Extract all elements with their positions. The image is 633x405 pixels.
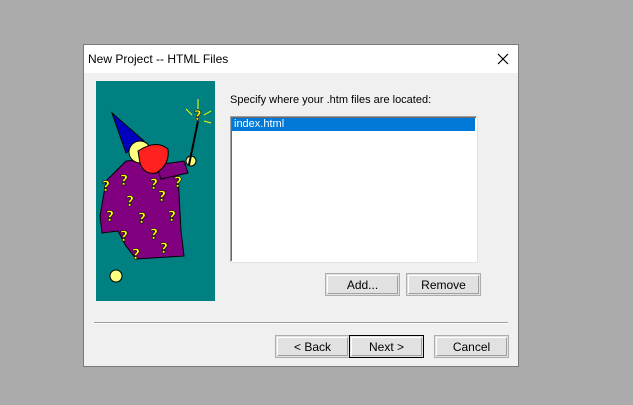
separator-line	[94, 322, 508, 324]
svg-text:?: ?	[106, 209, 114, 225]
next-button[interactable]: Next >	[349, 335, 424, 358]
svg-text:?: ?	[158, 189, 166, 205]
svg-text:?: ?	[168, 209, 176, 225]
new-project-dialog: New Project -- HTML Files ? ? ? ? ? ? ? …	[83, 44, 519, 367]
remove-button-label: Remove	[421, 277, 466, 292]
next-button-label: Next >	[368, 339, 404, 354]
back-button[interactable]: < Back	[275, 335, 350, 358]
remove-button[interactable]: Remove	[406, 273, 481, 296]
svg-text:?: ?	[120, 229, 128, 245]
svg-text:?: ?	[138, 211, 146, 227]
svg-text:?: ?	[102, 179, 110, 195]
add-button[interactable]: Add...	[325, 273, 400, 296]
cancel-button-label: Cancel	[452, 339, 491, 354]
svg-text:?: ?	[150, 177, 158, 193]
cancel-button[interactable]: Cancel	[434, 335, 509, 358]
svg-text:?: ?	[194, 109, 202, 124]
back-button-label: < Back	[293, 339, 332, 354]
svg-text:?: ?	[126, 194, 134, 210]
close-icon	[497, 53, 509, 65]
title-bar: New Project -- HTML Files	[84, 45, 518, 73]
svg-text:?: ?	[150, 227, 158, 243]
wizard-figure: ? ? ? ? ? ? ? ? ? ? ? ? ? ?	[99, 99, 212, 283]
close-button[interactable]	[488, 45, 518, 73]
svg-text:?: ?	[120, 173, 128, 189]
file-list[interactable]: index.html	[230, 116, 477, 262]
wizard-illustration: ? ? ? ? ? ? ? ? ? ? ? ? ? ?	[96, 81, 215, 301]
window-title: New Project -- HTML Files	[88, 52, 229, 66]
files-prompt: Specify where your .htm files are locate…	[230, 94, 432, 106]
svg-text:?: ?	[174, 175, 182, 191]
svg-text:?: ?	[132, 247, 140, 263]
add-button-label: Add...	[346, 277, 379, 292]
file-list-item[interactable]: index.html	[232, 118, 475, 131]
svg-text:?: ?	[160, 241, 168, 257]
